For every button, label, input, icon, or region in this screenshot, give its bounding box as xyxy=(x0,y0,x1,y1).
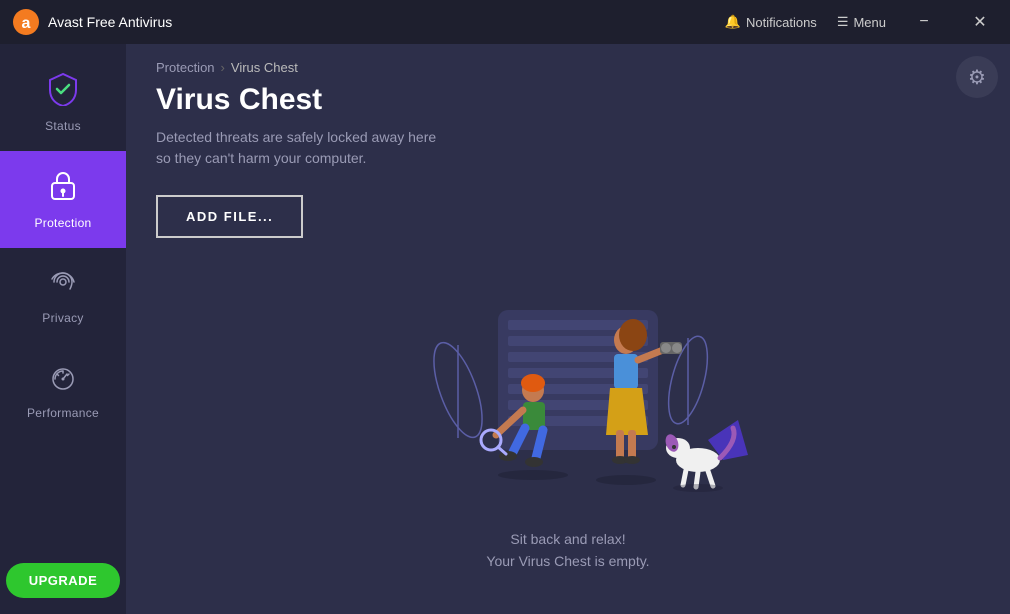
page-title: Virus Chest xyxy=(156,83,980,117)
breadcrumb-current: Virus Chest xyxy=(231,60,298,75)
title-bar-actions: 🔔 Notifications ☰ Menu − ✕ xyxy=(725,4,998,40)
upgrade-button[interactable]: UPGRADE xyxy=(6,563,119,598)
sidebar-protection-label: Protection xyxy=(34,216,91,230)
sidebar-privacy-label: Privacy xyxy=(42,311,83,325)
page-header: Virus Chest Detected threats are safely … xyxy=(126,83,1010,185)
gear-icon: ⚙ xyxy=(968,65,986,90)
title-bar: a Avast Free Antivirus 🔔 Notifications ☰… xyxy=(0,0,1010,44)
sidebar-performance-label: Performance xyxy=(27,406,99,420)
sidebar-status-label: Status xyxy=(45,119,81,133)
app-title: Avast Free Antivirus xyxy=(48,14,172,30)
page-desc-line2: so they can't harm your computer. xyxy=(156,150,366,166)
empty-line1: Sit back and relax! xyxy=(486,528,649,550)
virus-chest-illustration xyxy=(378,280,758,520)
app-logo: a Avast Free Antivirus xyxy=(12,8,172,36)
main-layout: Status Protection xyxy=(0,44,1010,614)
notifications-label: Notifications xyxy=(746,15,817,30)
shield-icon xyxy=(46,72,80,111)
lock-icon xyxy=(48,169,78,208)
empty-line2: Your Virus Chest is empty. xyxy=(486,550,649,572)
empty-state-text: Sit back and relax! Your Virus Chest is … xyxy=(486,528,649,573)
avast-logo-icon: a xyxy=(12,8,40,36)
illustration-area: Sit back and relax! Your Virus Chest is … xyxy=(126,248,1010,614)
sidebar: Status Protection xyxy=(0,44,126,614)
menu-button[interactable]: ☰ Menu xyxy=(837,14,886,30)
svg-text:a: a xyxy=(22,15,31,32)
page-desc-line1: Detected threats are safely locked away … xyxy=(156,129,436,145)
sidebar-item-status[interactable]: Status xyxy=(0,54,126,151)
menu-label: Menu xyxy=(853,15,886,30)
menu-icon: ☰ xyxy=(837,14,849,30)
sidebar-item-privacy[interactable]: Privacy xyxy=(0,248,126,343)
bell-icon: 🔔 xyxy=(725,14,741,30)
close-button[interactable]: ✕ xyxy=(962,4,998,40)
speedometer-icon xyxy=(47,361,79,398)
fingerprint-icon xyxy=(47,266,79,303)
breadcrumb-parent: Protection xyxy=(156,60,215,75)
sidebar-item-protection[interactable]: Protection xyxy=(0,151,126,248)
sidebar-item-performance[interactable]: Performance xyxy=(0,343,126,438)
add-file-button[interactable]: ADD FILE... xyxy=(156,195,303,238)
notifications-button[interactable]: 🔔 Notifications xyxy=(725,14,817,30)
page-description: Detected threats are safely locked away … xyxy=(156,127,980,169)
breadcrumb-separator: › xyxy=(221,60,225,75)
settings-button[interactable]: ⚙ xyxy=(956,56,998,98)
content-area: ⚙ Protection › Virus Chest Virus Chest D… xyxy=(126,44,1010,614)
breadcrumb: Protection › Virus Chest xyxy=(126,44,1010,83)
minimize-button[interactable]: − xyxy=(906,4,942,40)
